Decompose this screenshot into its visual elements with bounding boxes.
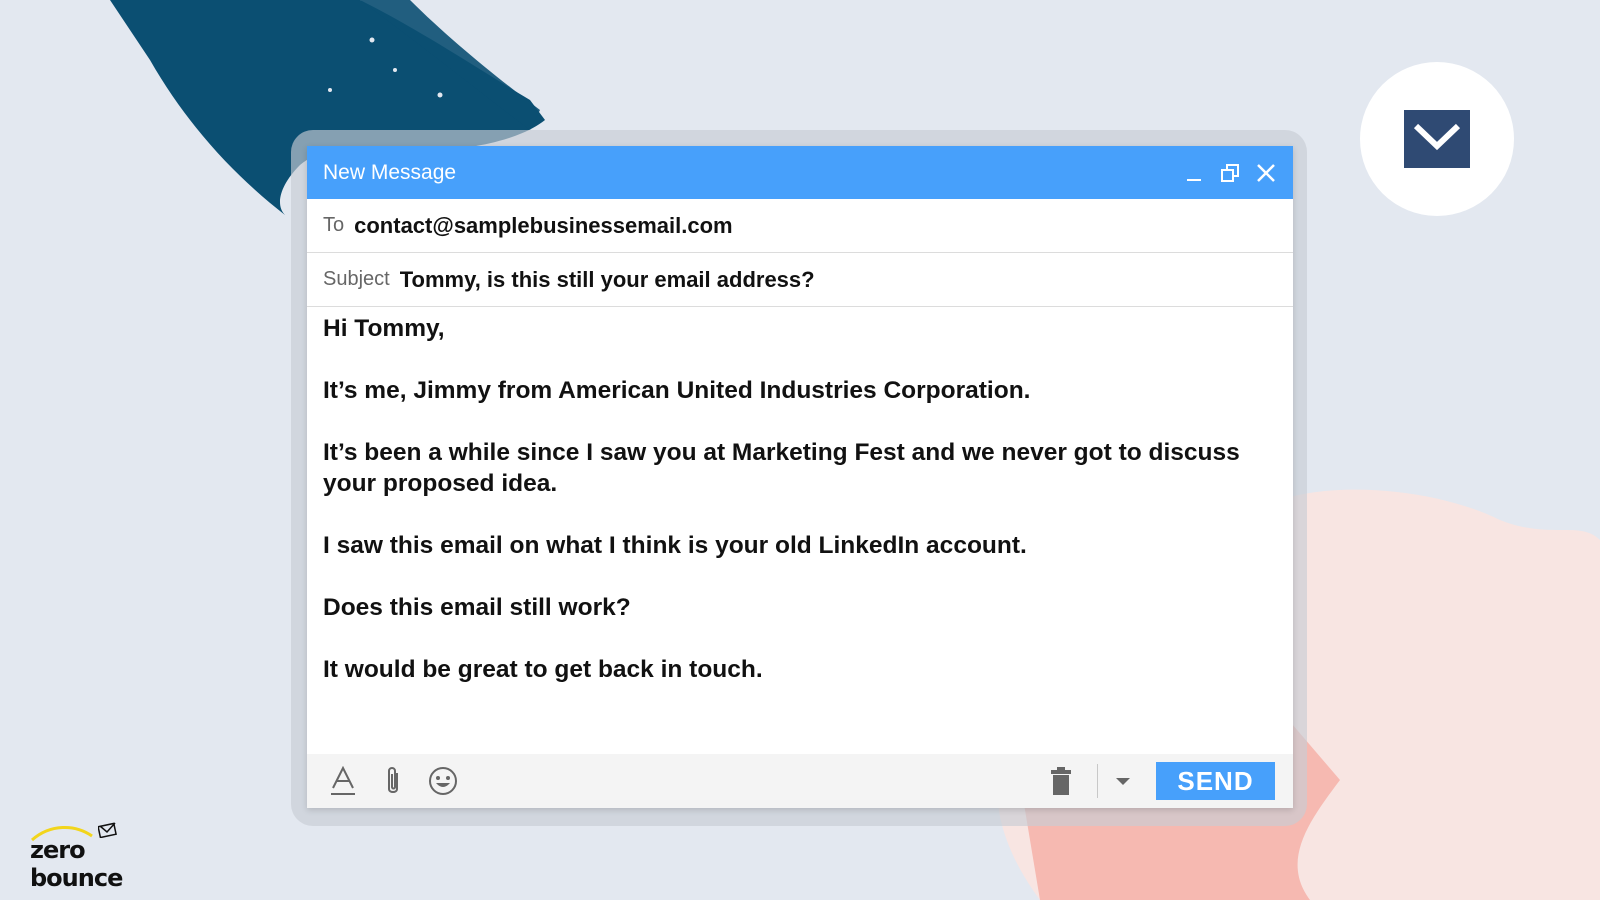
body-paragraph: It’s been a while since I saw you at Mar… — [323, 439, 1240, 497]
attachment-icon — [388, 767, 398, 793]
minimize-button[interactable] — [1183, 162, 1205, 184]
formatting-button[interactable] — [325, 763, 361, 799]
to-label: To — [323, 214, 345, 236]
window-title: New Message — [323, 160, 457, 184]
close-icon — [1257, 163, 1275, 182]
body-paragraph: I saw this email on what I think is your… — [323, 532, 1027, 559]
message-body[interactable]: Hi Tommy, It’s me, Jimmy from American U… — [307, 307, 1293, 753]
logo-text: zero bounce — [30, 836, 123, 892]
close-button[interactable] — [1255, 162, 1277, 184]
emoji-icon — [429, 767, 457, 795]
toolbar-divider — [1097, 764, 1098, 798]
subject-value[interactable]: Tommy, is this still your email address? — [400, 267, 815, 293]
send-button[interactable]: SEND — [1156, 762, 1275, 800]
discard-button[interactable] — [1043, 763, 1079, 799]
body-paragraph: It’s me, Jimmy from American United Indu… — [323, 377, 1031, 404]
to-field[interactable]: To contact@samplebusinessemail.com — [307, 199, 1293, 253]
window-controls — [1183, 162, 1277, 184]
subject-label: Subject — [323, 268, 390, 290]
to-value[interactable]: contact@samplebusinessemail.com — [354, 213, 732, 239]
minimize-icon — [1187, 178, 1201, 181]
body-paragraph: It would be great to get back in touch. — [323, 656, 763, 683]
emoji-button[interactable] — [425, 763, 461, 799]
compose-window: New Message To contact@samplebusinessema… — [307, 146, 1293, 808]
compose-toolbar: SEND — [307, 754, 1293, 808]
more-options-button[interactable] — [1108, 763, 1138, 799]
zerobounce-logo: zero bounce — [30, 822, 170, 892]
body-paragraph: Does this email still work? — [323, 594, 631, 621]
compose-titlebar: New Message — [307, 146, 1293, 199]
attach-button[interactable] — [375, 763, 411, 799]
mail-badge — [1360, 62, 1514, 216]
envelope-icon — [1404, 110, 1470, 168]
restore-icon — [1221, 163, 1239, 182]
restore-button[interactable] — [1219, 162, 1241, 184]
subject-field[interactable]: Subject Tommy, is this still your email … — [307, 253, 1293, 307]
body-greeting: Hi Tommy, — [323, 315, 445, 342]
trash-icon — [1051, 767, 1071, 795]
chevron-down-icon — [1116, 778, 1130, 785]
text-format-icon — [331, 766, 355, 795]
